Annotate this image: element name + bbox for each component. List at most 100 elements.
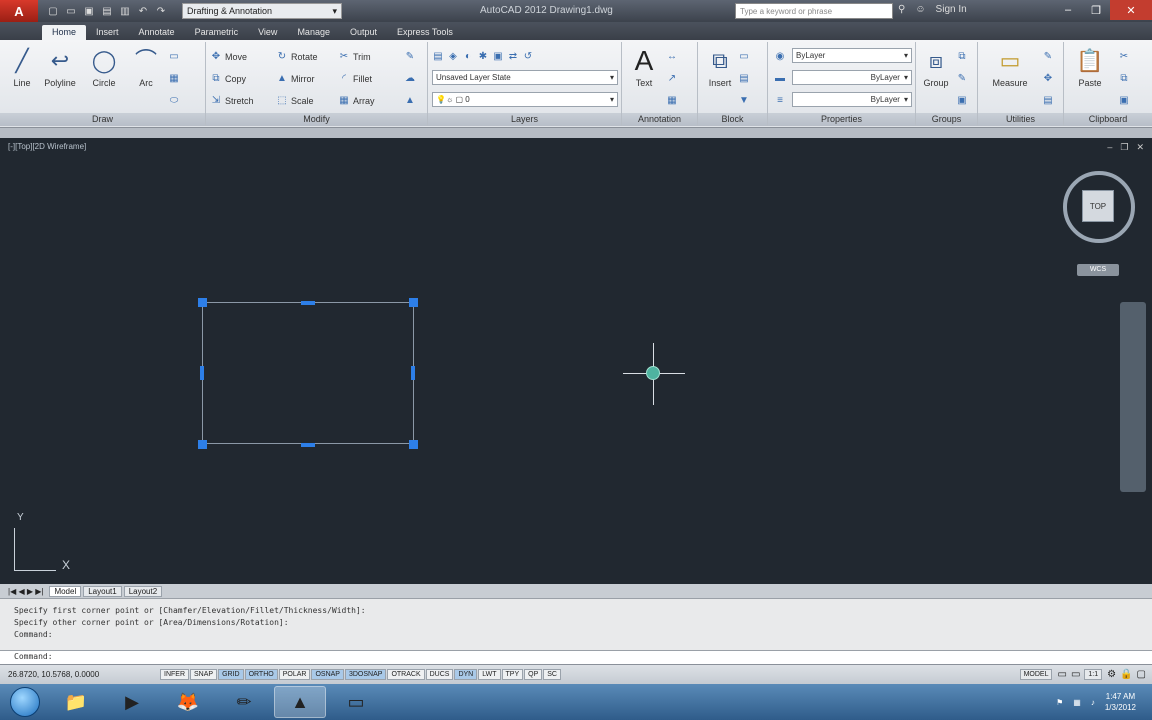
tray-flag-icon[interactable]: ⚑ <box>1056 698 1063 707</box>
layer-off-icon[interactable]: ◐ <box>462 51 474 63</box>
toggle-grid[interactable]: GRID <box>218 669 244 680</box>
viewport-label[interactable]: [-][Top][2D Wireframe] <box>8 142 86 151</box>
layer-previous-icon[interactable]: ↺ <box>522 51 534 63</box>
media-player-taskbar-item[interactable]: ▶ <box>106 686 158 718</box>
copy-button[interactable]: ⧉ Copy <box>210 70 246 88</box>
tab-insert[interactable]: Insert <box>86 25 129 40</box>
cut-tool[interactable]: ✂ <box>1118 48 1130 66</box>
text-button[interactable]: A Text <box>624 46 664 89</box>
properties-panel-title[interactable]: Properties <box>768 113 915 126</box>
color-dropdown[interactable]: ByLayer ▾ <box>792 48 912 63</box>
clean-screen-icon[interactable]: ▢ <box>1137 669 1146 680</box>
firefox-taskbar-item[interactable]: 🦊 <box>162 686 214 718</box>
tab-parametric[interactable]: Parametric <box>185 25 249 40</box>
toggle-osnap[interactable]: OSNAP <box>311 669 344 680</box>
workspace-dropdown[interactable]: Drafting & Annotation ▾ <box>182 3 342 19</box>
group-button[interactable]: ⧈ Group <box>916 46 956 88</box>
scale-button[interactable]: ⬚ Scale <box>276 92 313 110</box>
create-block-tool[interactable]: ▭ <box>738 48 750 66</box>
tab-home[interactable]: Home <box>42 25 87 40</box>
sign-in-link[interactable]: Sign In <box>936 4 967 15</box>
tab-model[interactable]: Model <box>49 585 82 597</box>
clipboard-panel-title[interactable]: Clipboard <box>1064 113 1152 126</box>
current-layer-dropdown[interactable]: 💡☼ ▢ 0 ▾ <box>432 92 618 107</box>
calculator-tool[interactable]: ▤ <box>1042 92 1054 110</box>
lock-icon[interactable]: 🔒 <box>1120 669 1132 680</box>
annotation-panel-title[interactable]: Annotation <box>622 113 697 126</box>
utilities-panel-title[interactable]: Utilities <box>978 113 1063 126</box>
fillet-button[interactable]: ◜ Fillet <box>338 70 372 88</box>
plot-icon[interactable]: ▥ <box>118 4 132 18</box>
minimize-viewport-icon[interactable]: – <box>1107 142 1112 153</box>
restore-viewport-icon[interactable]: ❐ <box>1120 142 1128 153</box>
grip-bottom-left[interactable] <box>198 440 207 449</box>
arc-button[interactable]: ⌒ Arc <box>126 46 166 88</box>
undo-icon[interactable]: ↶ <box>136 4 150 18</box>
toggle-otrack[interactable]: OTRACK <box>387 669 425 680</box>
workspace-switch-icon[interactable]: ⚙ <box>1107 669 1116 680</box>
layer-properties-icon[interactable]: ▤ <box>432 51 444 63</box>
layer-lock-icon[interactable]: ▣ <box>492 51 504 63</box>
selected-rectangle[interactable] <box>202 302 414 444</box>
match-properties-tool[interactable]: ◉ <box>774 48 786 66</box>
tab-annotate[interactable]: Annotate <box>129 25 185 40</box>
dimension-tool[interactable]: ↔ <box>666 48 678 66</box>
tab-express-tools[interactable]: Express Tools <box>387 25 463 40</box>
groups-panel-title[interactable]: Groups <box>916 113 977 126</box>
annotation-scale[interactable]: 1:1 <box>1084 669 1103 680</box>
hatch-tool[interactable]: ▦ <box>168 70 180 88</box>
tab-layout1[interactable]: Layout1 <box>83 585 122 597</box>
save-icon[interactable]: ▣ <box>82 4 96 18</box>
toggle-sc[interactable]: SC <box>543 669 561 680</box>
paste-button[interactable]: 📋 Paste <box>1070 46 1110 88</box>
open-icon[interactable]: ▭ <box>64 4 78 18</box>
grip-mid-right[interactable] <box>411 366 415 380</box>
drawing-canvas[interactable]: [-][Top][2D Wireframe] – ❐ ✕ TOP WCS Y X <box>0 138 1152 584</box>
edit-block-tool[interactable]: ▤ <box>738 70 750 88</box>
quick-select-tool[interactable]: ✎ <box>1042 48 1054 66</box>
rectangle-tool[interactable]: ▭ <box>168 48 180 66</box>
tray-volume-icon[interactable]: ♪ <box>1091 698 1095 707</box>
close-viewport-icon[interactable]: ✕ <box>1136 142 1144 153</box>
clock[interactable]: 1:47 AM 1/3/2012 <box>1105 691 1136 713</box>
move-button[interactable]: ✥ Move <box>210 48 247 66</box>
coordinate-readout[interactable]: 26.8720, 10.5768, 0.0000 <box>0 670 160 679</box>
modify-panel-title[interactable]: Modify <box>206 113 427 126</box>
block-panel-title[interactable]: Block <box>698 113 767 126</box>
layer-state-dropdown[interactable]: Unsaved Layer State ▾ <box>432 70 618 85</box>
window-taskbar-item[interactable]: ▭ <box>330 686 382 718</box>
toggle-ducs[interactable]: DUCS <box>425 669 454 680</box>
pencil-app-taskbar-item[interactable]: ✏ <box>218 686 270 718</box>
minimize-icon[interactable]: – <box>1054 0 1082 20</box>
copy-base-tool[interactable]: ▣ <box>1118 92 1130 110</box>
save-as-icon[interactable]: ▤ <box>100 4 114 18</box>
tab-view[interactable]: View <box>248 25 287 40</box>
mirror-button[interactable]: ▲ Mirror <box>276 70 314 88</box>
restore-icon[interactable]: ❐ <box>1082 0 1110 20</box>
redo-icon[interactable]: ↷ <box>154 4 168 18</box>
layout-nav-icon[interactable]: |◀ ◀ ▶ ▶| <box>4 587 47 596</box>
grip-top-right[interactable] <box>409 298 418 307</box>
toggle-snap[interactable]: SNAP <box>190 669 218 680</box>
quickview-drawings-icon[interactable]: ▭ <box>1071 669 1080 680</box>
draw-panel-title[interactable]: Draw <box>0 113 205 126</box>
lineweight-dropdown[interactable]: ByLayer ▾ <box>792 92 912 107</box>
rotate-button[interactable]: ↻ Rotate <box>276 48 318 66</box>
grip-mid-left[interactable] <box>200 366 204 380</box>
linetype-tool[interactable]: ▬ <box>774 70 786 88</box>
new-icon[interactable]: ▢ <box>46 4 60 18</box>
search-input[interactable]: Type a keyword or phrase <box>735 3 893 19</box>
layer-match-icon[interactable]: ⇄ <box>507 51 519 63</box>
circle-button[interactable]: ◯ Circle <box>84 46 124 88</box>
command-input[interactable]: Command: <box>0 650 1152 664</box>
close-icon[interactable]: ✕ <box>1110 0 1152 20</box>
group-select-tool[interactable]: ▣ <box>956 92 968 110</box>
ungroup-tool[interactable]: ⧉ <box>956 48 968 66</box>
toggle-lwt[interactable]: LWT <box>478 669 501 680</box>
grip-mid-bottom[interactable] <box>301 443 315 447</box>
grip-top-left[interactable] <box>198 298 207 307</box>
application-menu-button[interactable]: A <box>0 0 38 22</box>
array-button[interactable]: ▦ Array <box>338 92 374 110</box>
tab-output[interactable]: Output <box>340 25 387 40</box>
viewcube[interactable]: TOP <box>1082 190 1114 222</box>
